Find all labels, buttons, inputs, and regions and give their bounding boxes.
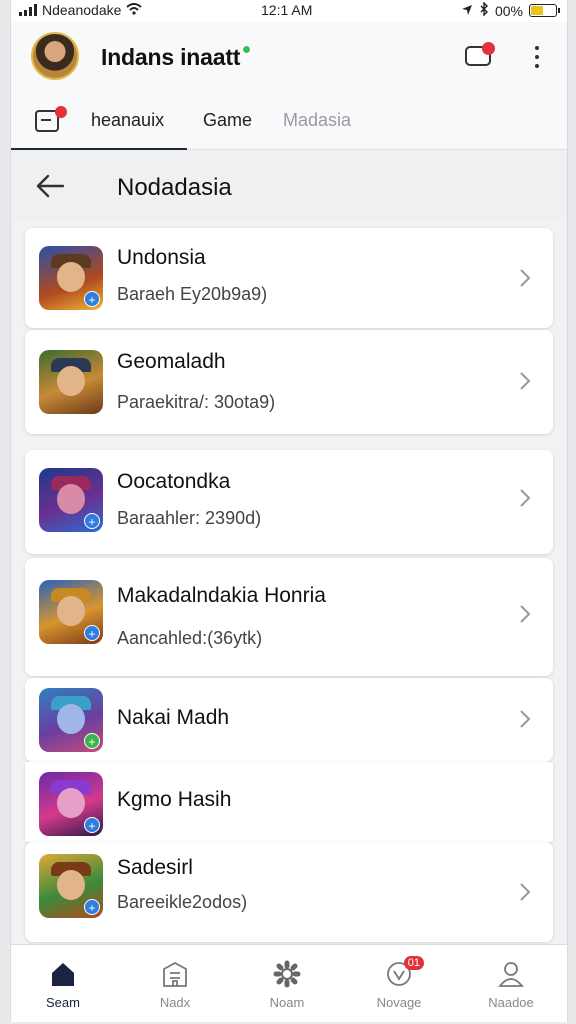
- building-icon: [160, 959, 190, 989]
- game-card[interactable]: + Nakai Madh: [25, 678, 553, 762]
- game-subtitle: Bareeikle2odos): [117, 892, 248, 912]
- chevron-right-icon: [519, 604, 531, 624]
- game-card[interactable]: + Undonsia Baraeh Ey20b9a9): [25, 228, 553, 328]
- game-card[interactable]: + Sadesirl Bareeikle2odos): [25, 842, 553, 942]
- heart-icon: 01: [384, 956, 424, 989]
- nav-item-novage[interactable]: 01 Novage: [359, 956, 439, 1010]
- game-thumbnail: +: [39, 772, 103, 836]
- game-name: Sadesirl: [117, 856, 193, 879]
- game-name: Undonsia: [117, 246, 206, 269]
- plus-badge-icon: +: [84, 817, 100, 833]
- battery-icon: [529, 4, 560, 17]
- game-card[interactable]: + Kgmo Hasih: [25, 762, 553, 842]
- nav-item-nadx[interactable]: Nadx: [135, 959, 215, 1010]
- carrier-name: Ndeanodake: [42, 2, 122, 18]
- bluetooth-icon: [479, 1, 489, 19]
- tab-heanauix[interactable]: heanauix: [91, 110, 164, 131]
- avatar[interactable]: [31, 32, 79, 80]
- game-subtitle: Baraahler: 2390d): [117, 508, 262, 528]
- game-card[interactable]: + Makadalndakia Honria Aancahled:(36ytk): [25, 558, 553, 676]
- user-icon: [496, 959, 526, 989]
- page-title: Nodadasia: [117, 174, 232, 201]
- status-right: 00%: [461, 1, 560, 19]
- signal-icon: [19, 4, 37, 16]
- chevron-right-icon: [519, 882, 531, 902]
- more-options-button[interactable]: [527, 44, 547, 70]
- status-time: 12:1 AM: [261, 2, 313, 18]
- game-thumbnail: +: [39, 854, 103, 918]
- game-subtitle: Paraekitra/: 30ota9): [117, 392, 276, 412]
- game-card[interactable]: Geomaladh Paraekitra/: 30ota9): [25, 330, 553, 434]
- battery-level: [531, 6, 543, 15]
- game-subtitle: Aancahled:(36ytk): [117, 628, 263, 648]
- plus-badge-icon: +: [84, 513, 100, 529]
- chevron-right-icon: [519, 268, 531, 288]
- game-thumbnail: +: [39, 246, 103, 310]
- tab-madasia[interactable]: Madasia: [283, 110, 351, 131]
- nav-label: Naadoe: [488, 995, 534, 1010]
- game-thumbnail: +: [39, 468, 103, 532]
- chevron-right-icon: [519, 488, 531, 508]
- plus-badge-icon: +: [84, 733, 100, 749]
- game-name: Geomaladh: [117, 350, 226, 373]
- game-name: Makadalndakia Honria: [117, 584, 326, 607]
- game-name: Nakai Madh: [117, 706, 230, 729]
- sub-header: Nodadasia: [11, 150, 567, 220]
- plus-badge-icon: +: [84, 625, 100, 641]
- game-thumbnail: +: [39, 580, 103, 644]
- plus-badge-icon: +: [84, 899, 100, 915]
- nav-item-seam[interactable]: Seam: [23, 959, 103, 1010]
- inbox-badge: [55, 106, 67, 118]
- game-name: Oocatondka: [117, 470, 231, 493]
- tab-bar: heanauix Game Madasia: [11, 96, 567, 151]
- notification-badge: 01: [403, 956, 424, 970]
- nav-label: Nadx: [159, 995, 191, 1010]
- battery-percent: 00%: [494, 2, 523, 19]
- wifi-icon: [126, 2, 143, 18]
- chevron-right-icon: [519, 709, 531, 729]
- status-left: Ndeanodake: [19, 2, 143, 18]
- game-thumbnail: [39, 350, 103, 414]
- phone-screen: Ndeanodake 12:1 AM 00% Indans inaatt hea…: [10, 0, 568, 1022]
- app-title: Indans inaatt: [101, 44, 241, 70]
- app-header: Indans inaatt heanauix Game Madasia: [11, 22, 567, 151]
- inbox-tab-icon[interactable]: [35, 106, 67, 132]
- game-subtitle: Baraeh Ey20b9a9): [117, 284, 268, 304]
- nav-item-naadoe[interactable]: Naadoe: [471, 959, 551, 1010]
- online-status-dot: [241, 44, 252, 55]
- plus-badge-icon: +: [84, 291, 100, 307]
- nav-label: Novage: [376, 995, 422, 1010]
- nav-label: Seam: [46, 995, 80, 1010]
- tab-game[interactable]: Game: [203, 110, 252, 131]
- bottom-nav: Seam Nadx Noam 01 Novage Naadoe: [11, 944, 567, 1022]
- gear-icon: [272, 959, 302, 989]
- nav-item-noam[interactable]: Noam: [247, 959, 327, 1010]
- more-dot-icon: [535, 64, 539, 68]
- home-icon: [48, 959, 78, 989]
- status-bar: Ndeanodake 12:1 AM 00%: [11, 0, 567, 22]
- game-thumbnail: +: [39, 688, 103, 752]
- game-card[interactable]: + Oocatondka Baraahler: 2390d): [25, 450, 553, 554]
- game-name: Kgmo Hasih: [117, 788, 232, 811]
- chat-button[interactable]: [463, 42, 495, 70]
- chevron-right-icon: [519, 371, 531, 391]
- nav-label: Noam: [269, 995, 305, 1010]
- location-icon: [461, 3, 473, 19]
- more-dot-icon: [535, 46, 539, 50]
- more-dot-icon: [535, 55, 539, 59]
- back-button[interactable]: [35, 172, 65, 200]
- arrow-left-icon: [36, 174, 65, 198]
- notification-dot: [482, 42, 495, 55]
